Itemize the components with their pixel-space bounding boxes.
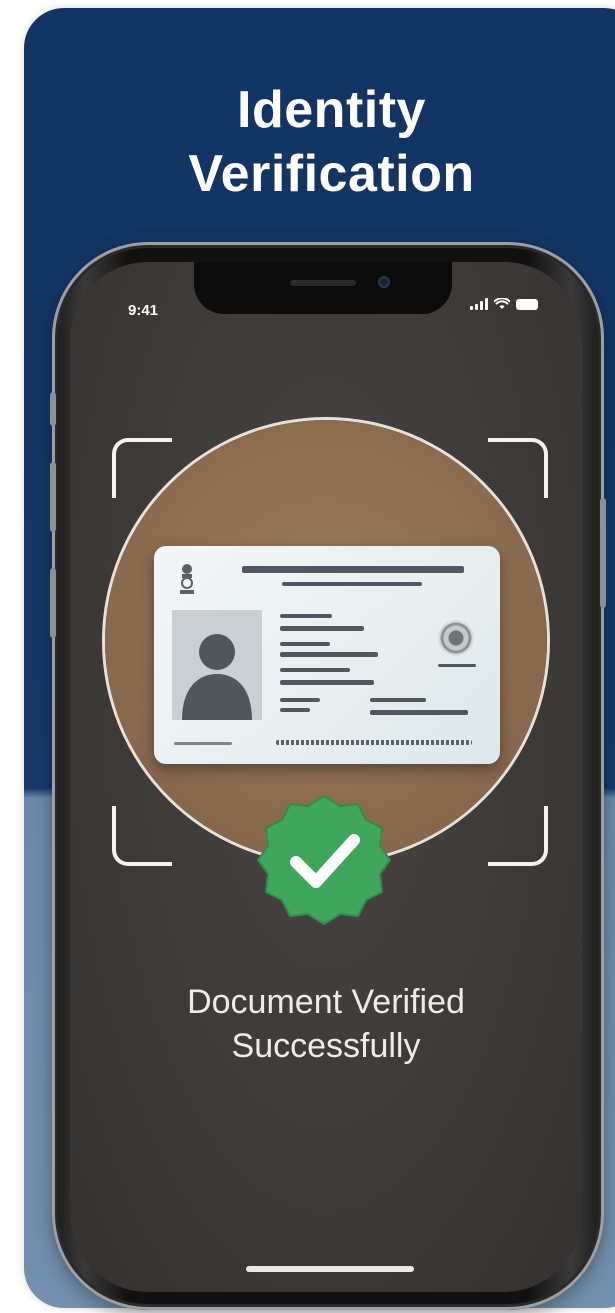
- scan-corner-top-left: [112, 438, 172, 498]
- status-icons: [470, 298, 538, 310]
- home-indicator[interactable]: [246, 1266, 414, 1272]
- id-photo: [172, 610, 262, 720]
- status-line-1: Document Verified: [187, 983, 465, 1021]
- card-subheader-line: [282, 582, 422, 586]
- notch: [194, 262, 452, 314]
- card-text-line: [280, 680, 374, 685]
- hologram-seal-icon: [438, 620, 474, 656]
- card-text-line: [280, 652, 378, 657]
- card-text-line: [280, 708, 310, 712]
- cellular-signal-icon: [470, 298, 488, 310]
- earpiece-speaker: [290, 280, 356, 286]
- status-line-2: Successfully: [231, 1027, 421, 1065]
- card-text-line: [280, 668, 350, 672]
- card-text-line: [438, 664, 476, 667]
- card-footer-line: [174, 742, 232, 745]
- volume-down-button: [50, 568, 56, 638]
- card-text-line: [370, 710, 468, 715]
- page-title: Identity Verification: [24, 78, 615, 206]
- card-text-line: [280, 614, 332, 618]
- emblem-icon: [180, 564, 194, 594]
- mute-switch: [50, 392, 56, 426]
- person-silhouette-icon: [182, 634, 252, 720]
- title-line-1: Identity: [237, 81, 426, 139]
- status-time: 9:41: [128, 302, 159, 319]
- card-text-line: [280, 642, 330, 646]
- card-header-line: [242, 566, 464, 573]
- title-line-2: Verification: [188, 145, 475, 203]
- battery-icon: [516, 299, 538, 310]
- power-button: [600, 498, 606, 608]
- verification-status-message: Document Verified Successfully: [70, 980, 582, 1068]
- front-camera: [378, 276, 390, 288]
- card-mrz-line: [276, 740, 472, 745]
- card-text-line: [370, 698, 426, 702]
- card-text-line: [280, 698, 320, 702]
- checkmark-badge-icon: [257, 795, 391, 925]
- scan-corner-bottom-right: [488, 806, 548, 866]
- wifi-icon: [494, 298, 510, 309]
- phone-screen: 9:41 Document Verified Successfully: [70, 262, 582, 1292]
- card-text-line: [280, 626, 364, 631]
- scan-corner-top-right: [488, 438, 548, 498]
- scan-corner-bottom-left: [112, 806, 172, 866]
- id-card: [154, 546, 500, 764]
- volume-up-button: [50, 462, 56, 532]
